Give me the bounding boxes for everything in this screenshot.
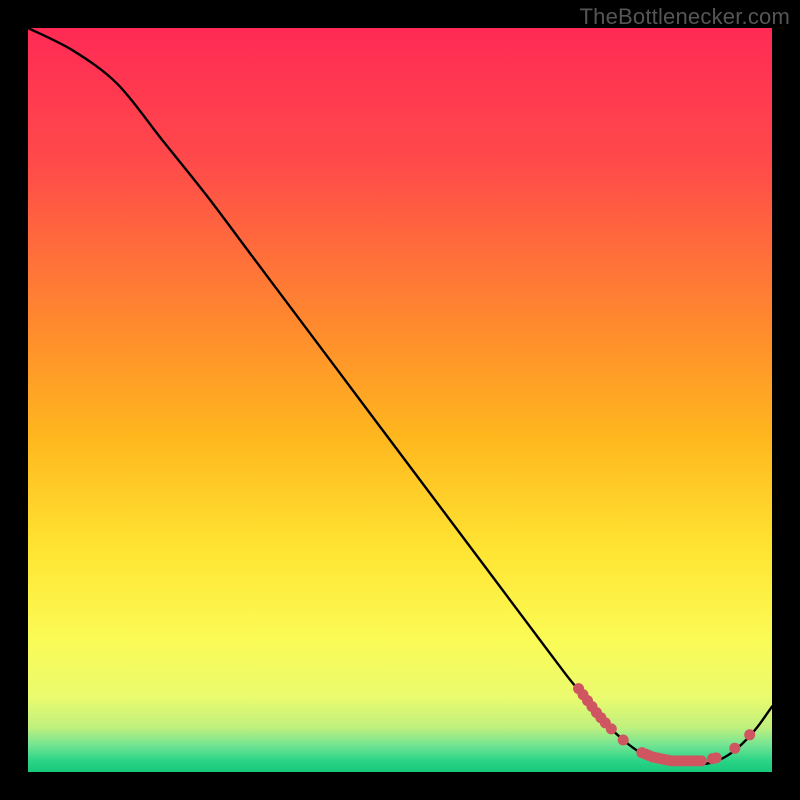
gradient-background: [28, 28, 772, 772]
plot-frame: [28, 28, 772, 772]
chart-svg: [28, 28, 772, 772]
plot-area: [28, 28, 772, 772]
attribution-text: TheBottlenecker.com: [580, 4, 790, 30]
data-dot: [618, 735, 629, 746]
data-dot: [606, 723, 617, 734]
data-dot: [744, 729, 755, 740]
chart-stage: TheBottlenecker.com: [0, 0, 800, 800]
data-dot: [729, 743, 740, 754]
data-dot: [696, 755, 707, 766]
data-dot: [711, 752, 722, 763]
